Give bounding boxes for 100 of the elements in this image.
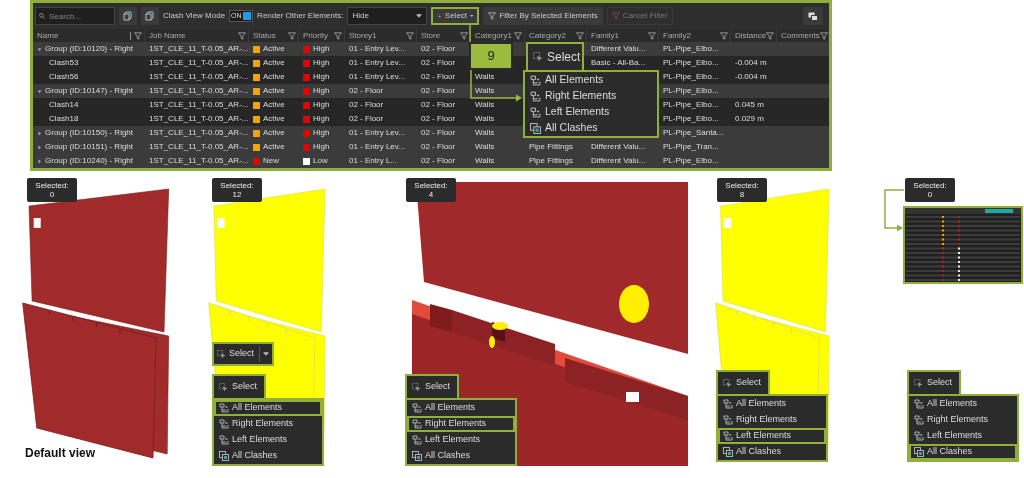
menu-item[interactable]: Right Elements <box>407 416 515 432</box>
column-header[interactable]: Job Name <box>149 29 186 42</box>
menu-item[interactable]: All Elements <box>214 400 322 416</box>
overlapping-squares-icon <box>219 451 229 461</box>
menu-item[interactable]: All Clashes <box>407 448 515 464</box>
table-cell: 1ST_CLE_11_T-0.05_AR-... <box>149 141 249 153</box>
highlight-tool-button[interactable] <box>141 7 159 25</box>
filter-icon[interactable] <box>134 31 142 40</box>
menu-item[interactable]: Left Elements <box>909 428 1017 444</box>
menu-item[interactable]: Right Elements <box>214 416 322 432</box>
column-header[interactable]: Storey1 <box>349 29 377 42</box>
layers-icon <box>530 106 541 118</box>
menu-item[interactable]: All Elements <box>909 396 1017 412</box>
selection-cursor-icon <box>533 52 543 62</box>
menu-item[interactable]: All Elements <box>525 72 657 88</box>
filter-icon[interactable] <box>819 31 828 40</box>
column-header[interactable]: Family1 <box>591 29 619 42</box>
select-button[interactable]: Select <box>431 7 480 25</box>
table-cell: 02 - Floor <box>421 71 456 83</box>
caret-icon <box>470 14 474 18</box>
select-menu-header[interactable]: Select <box>212 374 266 398</box>
filter-icon[interactable] <box>720 31 728 40</box>
expand-caret-icon[interactable] <box>37 88 42 94</box>
menu-item[interactable]: Left Elements <box>214 432 322 448</box>
column-header[interactable]: Category2 <box>529 29 566 42</box>
menu-item[interactable]: All Clashes <box>525 120 657 136</box>
filter-icon[interactable] <box>576 31 584 40</box>
expand-caret-icon[interactable] <box>37 158 42 164</box>
table-cell: High <box>313 85 330 97</box>
table-cell: Pipe Fittings <box>529 155 574 167</box>
table-cell: 02 - Floor <box>421 57 456 69</box>
menu-item[interactable]: All Clashes <box>214 448 322 464</box>
column-header[interactable]: Family2 <box>663 29 691 42</box>
layers-icon <box>412 435 422 445</box>
column-header[interactable]: Store <box>421 29 441 42</box>
table-cell: High <box>313 113 330 125</box>
table-cell: Active <box>263 113 285 125</box>
select-menu-header[interactable]: Select <box>716 370 770 394</box>
table-cell: Active <box>263 43 285 55</box>
select-menu-header[interactable]: Select <box>907 370 961 394</box>
select-menu-header[interactable]: Select <box>526 42 584 70</box>
leader-line <box>468 25 472 42</box>
menu-item[interactable]: Left Elements <box>718 428 826 444</box>
column-header[interactable]: Priority <box>303 29 328 42</box>
menu-item[interactable]: Right Elements <box>525 88 657 104</box>
expand-caret-icon[interactable] <box>37 46 42 52</box>
layers-icon <box>412 403 422 413</box>
table-cell: Group (ID:10147) - Right <box>45 85 134 97</box>
expand-caret-icon[interactable] <box>37 130 42 136</box>
table-cell: PL-Pipe_Tran... <box>663 141 719 153</box>
dropdown-field[interactable]: Hide <box>347 7 428 25</box>
selected-count: 4 <box>428 190 434 200</box>
selection-cursor-icon <box>723 378 732 388</box>
filter-icon[interactable] <box>648 31 656 40</box>
select-menu-header[interactable]: Select <box>405 374 459 398</box>
table-cell: 0.045 m <box>735 99 764 111</box>
table-cell: 02 - Floor <box>421 127 456 139</box>
menu-item[interactable]: All Elements <box>407 400 515 416</box>
table-cell: 01 - Entry Lev... <box>349 57 405 69</box>
window-button[interactable] <box>803 7 823 25</box>
filter-button[interactable]: Filter By Selected Elements <box>483 7 603 25</box>
column-header[interactable]: Distance <box>735 29 767 42</box>
selection-cursor-icon <box>219 382 228 392</box>
overlapping-squares-icon <box>412 451 422 461</box>
menu-item[interactable]: Left Elements <box>407 432 515 448</box>
search-field[interactable]: Search... <box>35 7 115 25</box>
table-cell: Group (ID:10240) - Right <box>45 155 134 167</box>
menu-item[interactable]: All Clashes <box>718 444 826 460</box>
filter-icon[interactable] <box>406 31 414 40</box>
badge-label: Selected: <box>35 180 69 190</box>
column-header[interactable]: Comments <box>781 29 820 42</box>
filter-icon[interactable] <box>334 31 342 40</box>
filter-icon[interactable] <box>288 31 296 40</box>
expand-caret-icon[interactable] <box>37 144 42 150</box>
filter-icon[interactable] <box>766 31 775 40</box>
selected-count: 8 <box>739 190 745 200</box>
filter-icon[interactable] <box>460 31 468 40</box>
layers-icon <box>530 74 541 86</box>
column-header[interactable]: Name <box>37 29 59 42</box>
menu-item[interactable]: All Elements <box>718 396 826 412</box>
menu-item[interactable]: All Clashes <box>909 444 1017 460</box>
table-cell: PL-Pipe_Elbo... <box>663 99 719 111</box>
filter-icon[interactable] <box>514 31 522 40</box>
column-header[interactable]: Status <box>253 29 276 42</box>
highlight-tool-button[interactable] <box>119 7 137 25</box>
column-header[interactable]: Category1 <box>475 29 512 42</box>
layers-icon <box>219 403 229 413</box>
menu-item[interactable]: Right Elements <box>718 412 826 428</box>
selection-cursor-icon <box>412 382 421 392</box>
table-cell: PL-Pipe_Santa... <box>663 127 724 139</box>
menu-item[interactable]: Right Elements <box>909 412 1017 428</box>
cube-plus-icon <box>145 11 155 21</box>
selected-count: 12 <box>232 190 242 200</box>
menu-item[interactable]: Left Elements <box>525 104 657 120</box>
table-cell: Basic - All-Ba... <box>591 57 646 69</box>
select-split-button[interactable]: Select <box>212 342 274 366</box>
filter-icon[interactable] <box>238 31 246 40</box>
render-other-elements-label: Render Other Elements: <box>257 10 344 22</box>
step-number-callout: 9 <box>469 42 513 70</box>
table-cell: PL-Pipe_Elbo... <box>663 85 719 97</box>
